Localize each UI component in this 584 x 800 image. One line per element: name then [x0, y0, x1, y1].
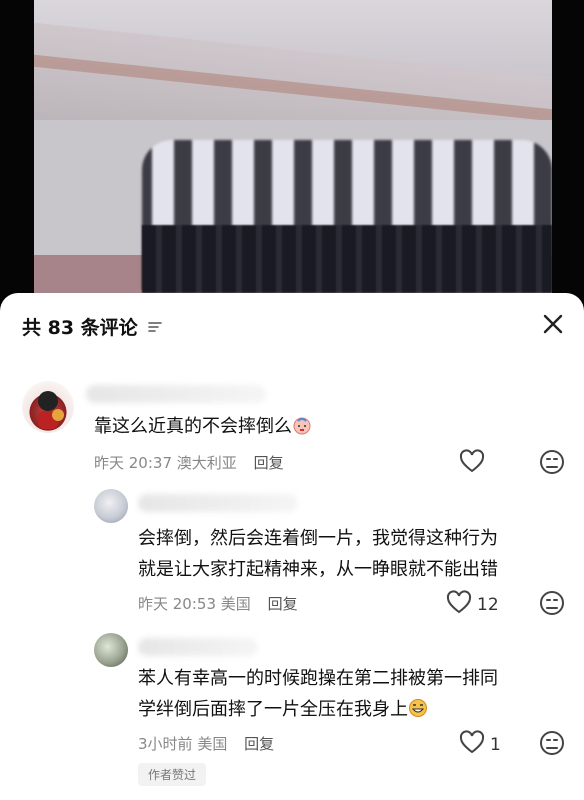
like-button[interactable]: 1	[458, 729, 501, 760]
username-blurred[interactable]	[138, 494, 298, 512]
comment-text: 苯人有幸高一的时候跑操在第二排被第一排同 学绊倒后面摔了一片全压在我身上	[138, 663, 498, 725]
comment-text-line: 会摔倒，然后会连着倒一片，我觉得这种行为	[138, 528, 498, 549]
reply-button[interactable]: 回复	[268, 595, 298, 613]
comment-meta: 3小时前 美国 回复	[138, 733, 274, 754]
reply-button[interactable]: 回复	[244, 735, 274, 753]
comment-text-line: 苯人有幸高一的时候跑操在第二排被第一排同	[138, 668, 498, 689]
comment-text-line: 学绊倒后面摔了一片全压在我身上	[138, 694, 498, 725]
video-frame	[34, 0, 552, 293]
dislike-button[interactable]	[538, 729, 566, 761]
comment-location: 澳大利亚	[176, 454, 237, 472]
unhappy-face-icon	[538, 591, 566, 621]
unhappy-face-icon	[538, 450, 566, 480]
reply-button[interactable]: 回复	[254, 454, 284, 472]
author-liked-badge: 作者赞过	[138, 763, 207, 786]
grin-emoji	[408, 697, 428, 717]
heart-icon	[458, 448, 486, 479]
comment-text: 靠这么近真的不会摔倒么	[94, 411, 312, 442]
like-button[interactable]	[458, 448, 490, 479]
heart-icon	[445, 589, 473, 620]
comment-count-header[interactable]: 共 83 条评论	[22, 313, 163, 340]
comment-time: 3小时前	[138, 735, 193, 753]
comment-location: 美国	[197, 735, 228, 753]
comment-time: 昨天 20:53	[138, 595, 216, 613]
comment-time: 昨天 20:37	[94, 454, 172, 472]
students-legs	[142, 225, 552, 293]
comment-location: 美国	[220, 595, 251, 613]
cold-sweat-emoji	[292, 414, 312, 435]
like-count: 1	[490, 734, 501, 755]
dislike-button[interactable]	[538, 589, 566, 621]
sort-icon[interactable]	[148, 318, 163, 337]
avatar[interactable]	[94, 489, 128, 523]
like-button[interactable]: 12	[445, 589, 499, 620]
comment-text: 会摔倒，然后会连着倒一片，我觉得这种行为 就是让大家打起精神来，从一睁眼就不能出…	[138, 523, 498, 585]
avatar[interactable]	[94, 633, 128, 667]
username-blurred[interactable]	[86, 385, 266, 403]
unhappy-face-icon	[538, 731, 566, 761]
comment-meta: 昨天 20:53 美国 回复	[138, 593, 298, 614]
avatar[interactable]	[22, 381, 74, 433]
close-icon[interactable]	[540, 311, 566, 337]
username-blurred[interactable]	[138, 638, 258, 656]
comment-count-title: 共 83 条评论	[22, 317, 138, 339]
dislike-button[interactable]	[538, 448, 566, 480]
comment-sheet: 共 83 条评论 靠这么近真的不会摔倒么 昨天 20:37 澳大利亚 回复 会摔…	[0, 293, 584, 800]
comment-meta: 昨天 20:37 澳大利亚 回复	[94, 452, 284, 473]
like-count: 12	[477, 594, 499, 615]
heart-icon	[458, 729, 486, 760]
video-player[interactable]	[0, 0, 584, 300]
comment-text-line: 就是让大家打起精神来，从一睁眼就不能出错	[138, 559, 498, 580]
